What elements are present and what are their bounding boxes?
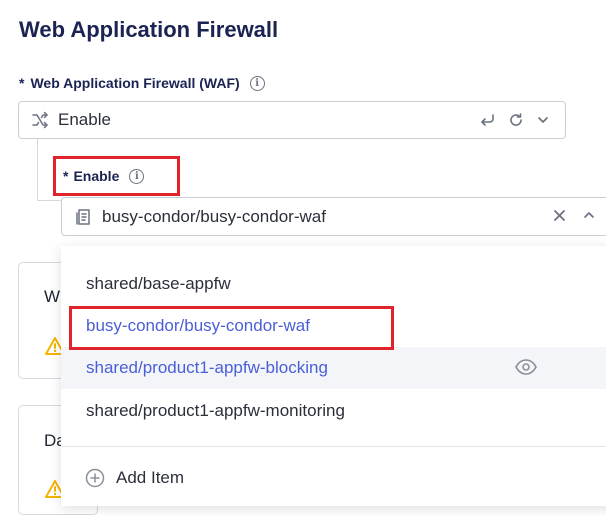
enable-select[interactable]: busy-condor/busy-condor-waf (61, 197, 606, 236)
info-icon[interactable]: i (249, 75, 265, 91)
enable-select-value: busy-condor/busy-condor-waf (102, 206, 326, 226)
info-icon[interactable]: i (129, 168, 145, 184)
required-asterisk: * (19, 75, 25, 91)
dropdown-option[interactable]: shared/product1-appfw-monitoring (61, 390, 606, 432)
enable-field-label: * Enable i (53, 156, 180, 196)
chevron-down-icon[interactable] (536, 113, 550, 127)
undo-icon[interactable] (478, 111, 496, 129)
clear-icon[interactable] (553, 209, 566, 222)
add-item-label: Add Item (116, 468, 185, 487)
document-list-icon (75, 208, 93, 226)
dropdown-divider (61, 446, 606, 447)
plus-circle-icon (85, 468, 105, 488)
tree-connector-vertical (37, 139, 38, 201)
enable-select-actions (553, 208, 596, 222)
required-asterisk: * (63, 168, 69, 184)
waf-field-label: * Web Application Firewall (WAF) i (19, 75, 265, 91)
dropdown-option[interactable]: shared/base-appfw (61, 263, 606, 305)
shuffle-icon (31, 111, 49, 129)
refresh-icon[interactable] (508, 112, 524, 128)
chevron-up-icon[interactable] (582, 208, 596, 222)
card-title-fragment: W (44, 287, 61, 306)
tree-connector-horizontal (37, 200, 61, 201)
waf-select-actions (478, 111, 550, 129)
waf-label-text: Web Application Firewall (WAF) (30, 75, 240, 91)
enable-label-text: Enable (73, 168, 120, 184)
dropdown-option-selected[interactable]: busy-condor/busy-condor-waf (61, 305, 606, 347)
page-title: Web Application Firewall (19, 17, 279, 42)
eye-icon[interactable] (515, 359, 537, 380)
waf-select-value: Enable (58, 110, 111, 129)
add-item-button[interactable]: Add Item (85, 468, 184, 488)
